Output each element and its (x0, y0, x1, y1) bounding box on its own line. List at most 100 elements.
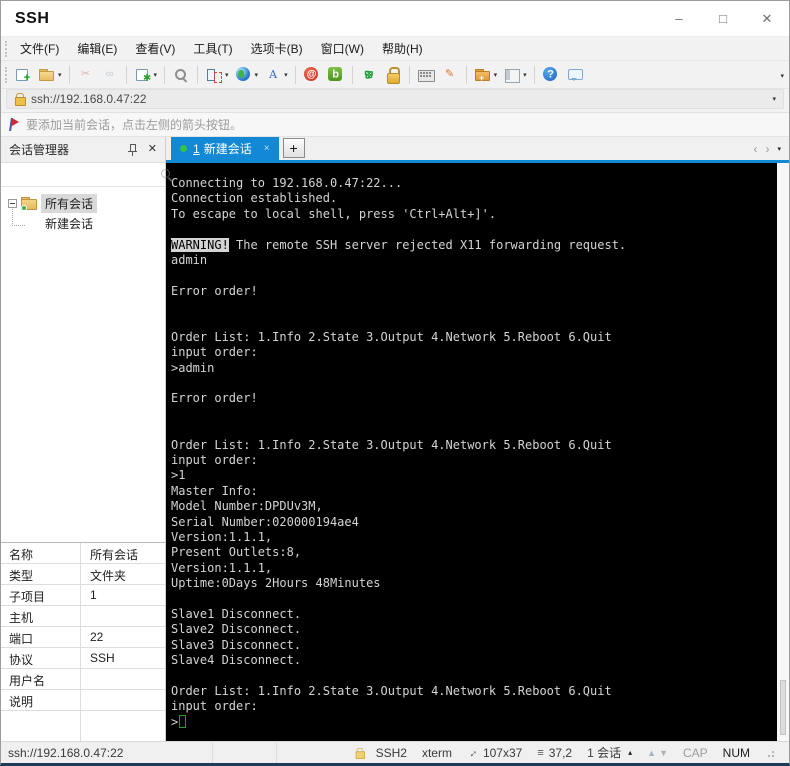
property-row[interactable]: 子项目 1 (1, 585, 165, 606)
status-encryption: SSH2 (354, 746, 407, 760)
help-icon[interactable]: ? (540, 65, 562, 85)
folder-icon (21, 196, 37, 211)
dropdown-caret-icon[interactable]: ▾ (58, 71, 62, 79)
tab-close-icon[interactable]: × (264, 143, 270, 154)
property-row[interactable]: 协议 SSH (1, 648, 165, 669)
lock-icon[interactable] (382, 65, 404, 85)
tab-scroll-left-icon[interactable]: ‹ (753, 142, 757, 156)
dropdown-caret-icon[interactable]: ▾ (255, 71, 259, 79)
tree-item-label[interactable]: 新建会话 (41, 214, 97, 235)
session-tree: 所有会话 新建会话 (1, 187, 165, 542)
menu-view[interactable]: 查看(V) (126, 40, 184, 57)
dropdown-caret-icon[interactable]: ▾ (225, 71, 229, 79)
terminal-line: Connection established. (171, 191, 338, 206)
terminal-line: Slave4 Disconnect. (171, 653, 302, 668)
fullscreen-icon[interactable]: ⇕ (358, 65, 380, 85)
tree-item-new-session[interactable]: 新建会话 (12, 209, 165, 235)
dropdown-caret-icon[interactable]: ▾ (284, 71, 288, 79)
property-label: 子项目 (1, 585, 81, 605)
search-icon[interactable] (170, 65, 192, 85)
tab-list-caret[interactable]: ▾ (777, 145, 781, 153)
transfer-folder-icon[interactable]: + ▾ (472, 65, 500, 85)
app-window: SSH – □ ✕ 文件(F) 编辑(E) 查看(V) 工具(T) 选项卡(B) 窗口(W… (0, 0, 790, 766)
keyboard-icon[interactable] (415, 65, 437, 85)
terminal-line: Order List: 1.Info 2.State 3.Output 4.Ne… (171, 683, 612, 698)
tree-item-label[interactable]: 所有会话 (41, 193, 98, 213)
terminal-line: >admin (171, 360, 215, 375)
font-icon[interactable]: A ▾ (262, 65, 290, 85)
property-value (81, 669, 165, 689)
menu-tabs[interactable]: 选项卡(B) (242, 40, 312, 57)
property-value (81, 690, 165, 710)
browser-icon[interactable]: ▾ (233, 65, 261, 85)
layout-icon[interactable]: ▾ (501, 65, 529, 85)
session-search-input[interactable] (5, 164, 160, 185)
terminal-highlight: WARNING! (171, 237, 229, 252)
dropdown-caret-icon[interactable]: ▾ (494, 71, 498, 79)
terminal-scrollbar[interactable] (777, 163, 789, 741)
resize-grip[interactable] (765, 748, 775, 758)
previous-session-icon[interactable]: ▲ (647, 748, 656, 758)
cursor-position-label: 37,2 (548, 745, 573, 760)
terminal-line: >1 (171, 468, 186, 483)
script-icon[interactable]: b (325, 65, 347, 85)
dropdown-caret-icon[interactable]: ▾ (154, 71, 158, 79)
tab-new-session[interactable]: 1 新建会话 × (171, 137, 279, 160)
feedback-icon[interactable] (564, 65, 586, 85)
property-row[interactable]: 主机 (1, 606, 165, 627)
terminal-line: input order: (171, 699, 258, 714)
property-value: 文件夹 (90, 569, 127, 583)
session-manager-panel: 会话管理器 ✕ 所有会话 新建会话 名称 所有会话 类型 文件夹 子项目 1 主机 (1, 137, 170, 741)
status-terminal-type[interactable]: xterm (422, 746, 452, 760)
toolbar-grip-handle[interactable] (5, 66, 7, 83)
session-manager-title: 会话管理器 (9, 143, 70, 157)
property-row[interactable]: 说明 (1, 690, 165, 711)
property-row[interactable]: 名称 所有会话 (1, 543, 165, 564)
address-dropdown-caret[interactable]: ▾ (772, 95, 776, 103)
status-url: ssh://192.168.0.47:22 (1, 742, 213, 763)
tab-scroll-right-icon[interactable]: › (765, 142, 769, 156)
terminal-line: Version:1.1.1, (171, 529, 273, 544)
property-row[interactable]: 端口 22 (1, 627, 165, 648)
property-row[interactable]: 用户名 (1, 669, 165, 690)
highlighter-icon[interactable]: ✎ (439, 65, 461, 85)
next-session-icon[interactable]: ▼ (659, 748, 668, 758)
address-input[interactable]: ssh://192.168.0.47:22 ▾ (6, 89, 784, 109)
pin-icon[interactable] (126, 143, 138, 156)
panel-close-icon[interactable]: ✕ (148, 144, 157, 155)
dropdown-caret-icon[interactable]: ▾ (523, 71, 527, 79)
macro-icon[interactable]: @ (301, 65, 323, 85)
scrollbar-thumb[interactable] (780, 680, 786, 735)
open-folder-icon[interactable]: ▾ (36, 65, 64, 85)
menu-edit[interactable]: 编辑(E) (68, 40, 126, 57)
connected-dot-icon (180, 145, 187, 152)
screen-size-label: 107x37 (482, 745, 523, 760)
terminal-output[interactable]: Connecting to 192.168.0.47:22... Connecti… (166, 163, 777, 741)
menu-window[interactable]: 窗口(W) (312, 40, 373, 57)
new-session-icon[interactable]: + (12, 65, 34, 85)
maximize-button[interactable]: □ (701, 1, 745, 36)
menu-tools[interactable]: 工具(T) (184, 40, 241, 57)
collapse-icon[interactable] (8, 198, 17, 208)
tree-item-all-sessions[interactable]: 所有会话 (1, 193, 165, 213)
close-button[interactable]: ✕ (745, 1, 789, 36)
menu-file[interactable]: 文件(F) (11, 40, 68, 57)
property-label: 协议 (1, 648, 81, 668)
menu-help[interactable]: 帮助(H) (373, 40, 432, 57)
status-session-count[interactable]: 1 会话 ▴ (587, 744, 632, 761)
session-count-caret[interactable]: ▴ (628, 748, 632, 757)
property-label: 类型 (1, 564, 81, 584)
minimize-button[interactable]: – (657, 1, 701, 36)
session-properties-icon[interactable]: ✱ ▾ (132, 65, 160, 85)
menubar-grip-handle[interactable] (5, 40, 7, 57)
terminal-line: Slave3 Disconnect. (171, 637, 302, 652)
new-tab-button[interactable]: + (282, 137, 305, 158)
toolbar-overflow-caret[interactable]: ▾ (780, 72, 784, 80)
split-view-icon[interactable]: ▾ (203, 65, 231, 85)
property-row[interactable]: 类型 文件夹 (1, 564, 165, 585)
title-bar: SSH – □ ✕ (1, 1, 789, 37)
